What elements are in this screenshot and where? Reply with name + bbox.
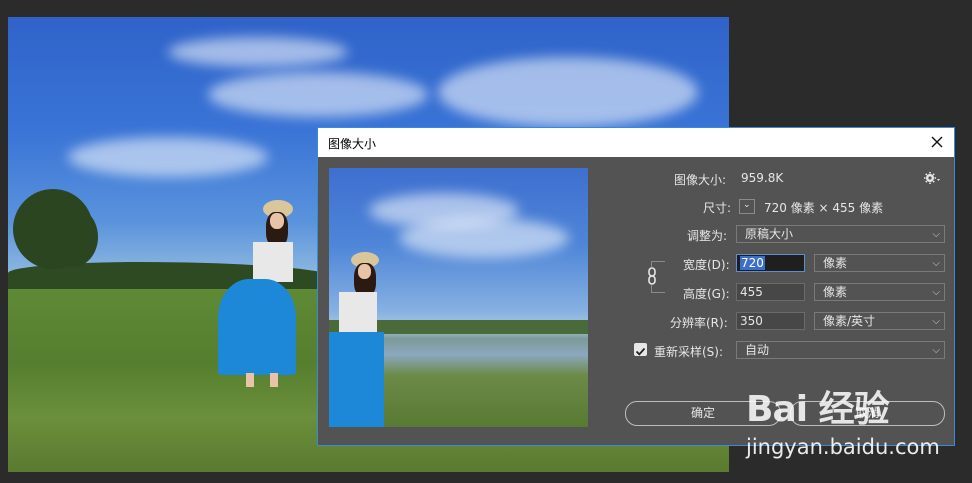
height-label: 高度(G): [683, 287, 730, 301]
close-icon[interactable] [926, 131, 948, 153]
resample-checkbox[interactable] [634, 343, 647, 356]
resample-label: 重新采样(S): [654, 345, 724, 359]
face [270, 213, 284, 229]
width-input-value: 720 [740, 256, 765, 270]
width-input[interactable]: 720 [736, 254, 805, 272]
tree [48, 207, 98, 267]
chevron-down-icon: ⌵ [932, 229, 940, 240]
resample-dropdown[interactable]: 自动 ⌵ [736, 341, 945, 359]
watermark-logo: Bai 经验 [746, 389, 890, 430]
image-preview[interactable] [329, 168, 588, 427]
resize-dropdown-value: 原稿大小 [745, 227, 794, 241]
dimensions-unit-toggle[interactable]: ⌄ [739, 199, 755, 214]
resolution-label: 分辨率(R): [670, 316, 728, 330]
image-size-label: 图像大小: [674, 173, 727, 187]
cloud [68, 137, 268, 177]
chevron-down-icon: ⌵ [932, 258, 940, 269]
chevron-down-icon: ⌵ [932, 287, 940, 298]
skirt [218, 279, 296, 375]
skirt [329, 332, 384, 427]
face [358, 264, 371, 279]
leg [270, 373, 278, 387]
cloud [208, 72, 428, 117]
leg [246, 373, 254, 387]
chevron-down-icon: ⌵ [932, 316, 940, 327]
cloud [399, 218, 569, 258]
dialog-title: 图像大小 [328, 137, 377, 151]
dimensions-value: 720 像素 × 455 像素 [764, 201, 884, 215]
resize-label: 调整为: [687, 229, 728, 243]
chain-link-icon[interactable] [646, 267, 658, 285]
dimensions-label: 尺寸: [703, 201, 732, 215]
resolution-input-value: 350 [740, 314, 763, 328]
height-unit-dropdown[interactable]: 像素 ⌵ [814, 283, 945, 301]
shirt [253, 242, 293, 282]
gear-icon[interactable] [923, 170, 941, 186]
watermark-url: jingyan.baidu.com [746, 435, 940, 459]
dialog-titlebar[interactable]: 图像大小 [318, 128, 954, 157]
baidu-jingyan-watermark: Bai 经验 jingyan.baidu.com [742, 378, 972, 468]
width-unit-dropdown[interactable]: 像素 ⌵ [814, 254, 945, 272]
shirt [339, 292, 377, 334]
resize-dropdown[interactable]: 原稿大小 ⌵ [736, 225, 945, 243]
image-size-value: 959.8K [741, 171, 784, 185]
width-label: 宽度(D): [683, 258, 730, 272]
resolution-input[interactable]: 350 [736, 312, 805, 330]
height-unit-value: 像素 [823, 285, 848, 299]
width-unit-value: 像素 [823, 256, 848, 270]
resolution-unit-value: 像素/英寸 [823, 314, 876, 328]
height-input[interactable]: 455 [736, 283, 805, 301]
cloud [438, 57, 698, 127]
cloud [168, 37, 348, 67]
chevron-down-icon: ⌄ [743, 200, 751, 210]
ok-button-label: 确定 [690, 406, 715, 420]
resample-dropdown-value: 自动 [745, 343, 770, 357]
height-input-value: 455 [740, 285, 763, 299]
checkmark-icon [635, 347, 646, 356]
chevron-down-icon: ⌵ [932, 345, 940, 356]
resolution-unit-dropdown[interactable]: 像素/英寸 ⌵ [814, 312, 945, 330]
